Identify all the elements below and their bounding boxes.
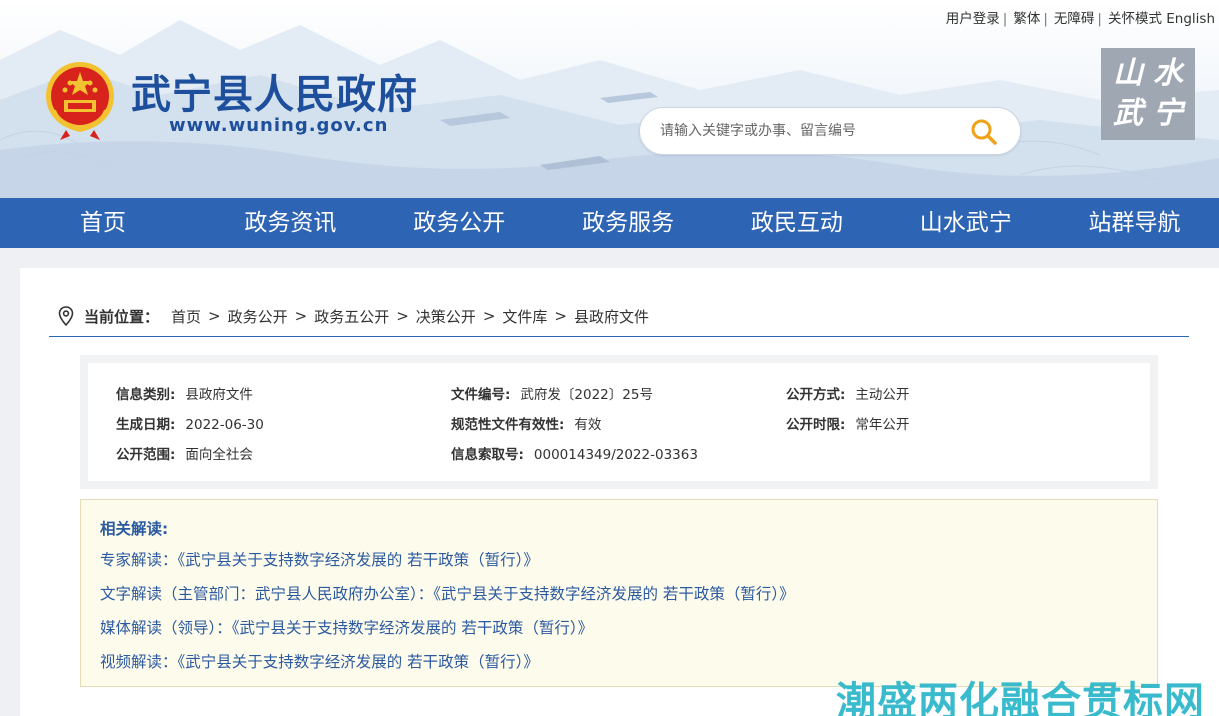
nav-item-disclosure[interactable]: 政务公开 [375, 198, 544, 248]
national-emblem-icon [46, 62, 114, 140]
search-input[interactable] [660, 108, 950, 154]
related-heading: 相关解读: [100, 520, 169, 538]
document-info-box: 信息类别: 县政府文件 文件编号: 武府发〔2022〕25号 公开方式: 主动公开 生… [80, 355, 1158, 489]
info-label: 生成日期: [116, 417, 176, 433]
info-value: 主动公开 [855, 387, 910, 403]
breadcrumb-divider [49, 336, 1189, 337]
main-nav: 首页 政务资讯 政务公开 政务服务 政民互动 山水武宁 站群导航 [0, 198, 1219, 248]
related-link-expert[interactable]: 专家解读：《武宁县关于支持数字经济发展的 若干政策（暂行）》 [100, 548, 539, 570]
nav-item-news[interactable]: 政务资讯 [206, 198, 375, 248]
related-link-video[interactable]: 视频解读：《武宁县关于支持数字经济发展的 若干政策（暂行）》 [100, 650, 539, 672]
info-value: 县政府文件 [185, 387, 253, 403]
nav-item-shanshui[interactable]: 山水武宁 [881, 198, 1050, 248]
info-scope: 公开范围: 面向全社会 [116, 443, 253, 463]
info-value: 2022-06-30 [185, 417, 264, 433]
related-interpretations: 相关解读: 专家解读：《武宁县关于支持数字经济发展的 若干政策（暂行）》 文字解… [80, 499, 1158, 687]
search-box [639, 107, 1021, 155]
shanshui-wuning-seal: 山 水 武 宁 [1101, 48, 1195, 140]
watermark-text: 潮盛两化融合贯标网 [836, 679, 1205, 716]
breadcrumb-home[interactable]: 首页 [171, 306, 201, 327]
breadcrumb-label: 当前位置： [84, 307, 160, 326]
english-link[interactable]: English [1166, 11, 1215, 27]
location-pin-icon [58, 306, 74, 326]
seal-char: 武 [1113, 96, 1143, 131]
info-label: 信息索取号: [451, 447, 524, 463]
separator: | [1043, 11, 1048, 27]
info-label: 规范性文件有效性: [451, 417, 565, 433]
info-label: 文件编号: [451, 387, 511, 403]
search-icon[interactable] [970, 118, 998, 146]
info-value: 常年公开 [855, 417, 910, 433]
nav-item-site-group[interactable]: 站群导航 [1050, 198, 1219, 248]
breadcrumb-county-docs[interactable]: 县政府文件 [574, 306, 649, 327]
separator: | [1097, 11, 1102, 27]
related-link-media[interactable]: 媒体解读（领导）：《武宁县关于支持数字经济发展的 若干政策（暂行）》 [100, 616, 593, 638]
info-label: 信息类别: [116, 387, 176, 403]
info-category: 信息类别: 县政府文件 [116, 383, 253, 403]
breadcrumb-decision-disclosure[interactable]: 决策公开 [416, 306, 476, 327]
info-validity: 规范性文件有效性: 有效 [451, 413, 601, 433]
seal-char: 宁 [1153, 96, 1183, 131]
info-date: 生成日期: 2022-06-30 [116, 413, 264, 433]
info-doc-number: 文件编号: 武府发〔2022〕25号 [451, 383, 653, 403]
nav-item-interaction[interactable]: 政民互动 [712, 198, 881, 248]
info-label: 公开范围: [116, 447, 176, 463]
breadcrumb-arrow: > [208, 307, 221, 325]
seal-char: 山 [1113, 56, 1143, 91]
breadcrumb: 当前位置： 首页 > 政务公开 > 政务五公开 > 决策公开 > 文件库 > 县… [58, 305, 649, 327]
info-label: 公开时限: [786, 417, 846, 433]
breadcrumb-arrow: > [396, 307, 409, 325]
info-value: 武府发〔2022〕25号 [520, 387, 653, 403]
nav-item-services[interactable]: 政务服务 [544, 198, 713, 248]
breadcrumb-disclosure[interactable]: 政务公开 [228, 306, 288, 327]
site-header: 用户登录 | 繁体 | 无障碍 | 关怀模式 English 武宁县人民政府 www.wun… [0, 0, 1219, 198]
info-value: 有效 [574, 417, 602, 433]
breadcrumb-five-disclosures[interactable]: 政务五公开 [314, 306, 389, 327]
info-value: 面向全社会 [185, 447, 253, 463]
separator: | [1002, 11, 1008, 27]
site-title: 武宁县人民政府 [131, 72, 418, 118]
top-links-bar: 用户登录 | 繁体 | 无障碍 | 关怀模式 English [946, 7, 1215, 27]
breadcrumb-arrow: > [554, 307, 567, 325]
breadcrumb-arrow: > [294, 307, 308, 325]
care-mode-link[interactable]: 关怀模式 [1108, 11, 1162, 27]
related-link-text[interactable]: 文字解读（主管部门：武宁县人民政府办公室）：《武宁县关于支持数字经济发展的 若干… [100, 582, 795, 604]
info-disclosure-method: 公开方式: 主动公开 [786, 383, 909, 403]
info-value: 000014349/2022-03363 [533, 447, 698, 463]
login-link[interactable]: 用户登录 [946, 11, 1000, 27]
info-label: 公开方式: [786, 387, 846, 403]
info-index-number: 信息索取号: 000014349/2022-03363 [451, 443, 698, 463]
nav-item-home[interactable]: 首页 [0, 198, 206, 248]
seal-char: 水 [1153, 56, 1183, 91]
document-info-inner: 信息类别: 县政府文件 文件编号: 武府发〔2022〕25号 公开方式: 主动公开 生… [88, 363, 1150, 481]
traditional-chinese-link[interactable]: 繁体 [1013, 11, 1040, 27]
breadcrumb-arrow: > [482, 307, 496, 325]
info-disclosure-period: 公开时限: 常年公开 [786, 413, 909, 433]
site-url: www.wuning.gov.cn [169, 115, 389, 136]
breadcrumb-doc-library[interactable]: 文件库 [502, 306, 547, 327]
accessibility-link[interactable]: 无障碍 [1054, 11, 1095, 27]
